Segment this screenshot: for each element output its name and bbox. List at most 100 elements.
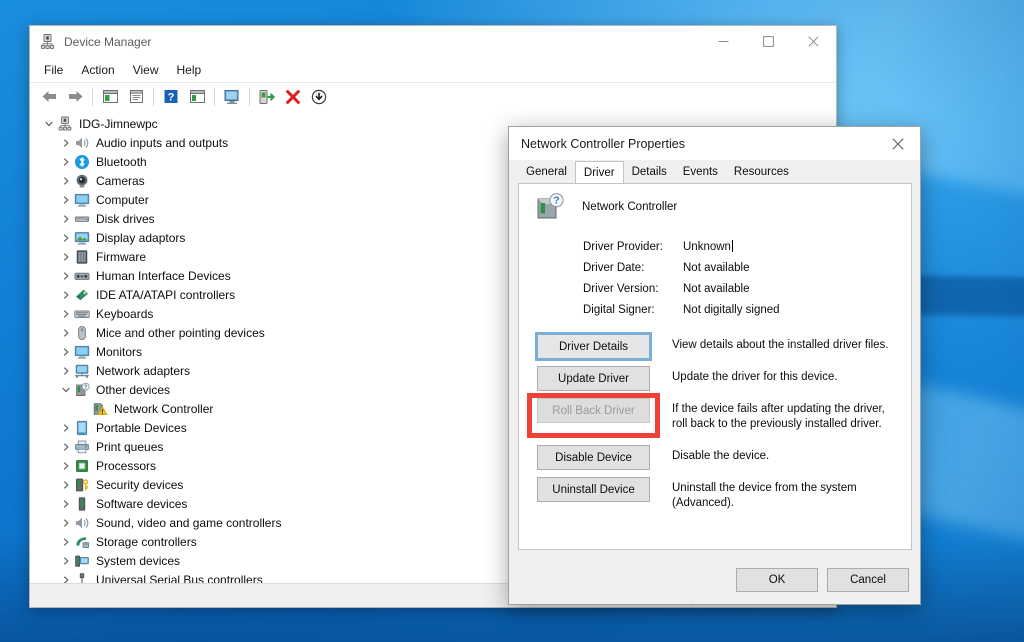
tab-details[interactable]: Details — [624, 162, 675, 182]
tree-item-label: Portable Devices — [96, 422, 187, 434]
scan-for-hardware-changes-icon[interactable] — [219, 85, 245, 109]
chevron-right-icon[interactable] — [57, 500, 74, 508]
update-driver-button[interactable]: Update Driver — [537, 366, 650, 391]
driver-details-button[interactable]: Driver Details — [537, 334, 650, 359]
chevron-right-icon[interactable] — [57, 348, 74, 356]
help-icon[interactable]: ? — [158, 85, 184, 109]
display-adapter-icon — [74, 230, 90, 246]
chevron-right-icon[interactable] — [57, 196, 74, 204]
uninstall-device-description: Uninstall the device from the system (Ad… — [672, 477, 900, 511]
system-device-icon — [74, 553, 90, 569]
uninstall-device-icon[interactable] — [280, 85, 306, 109]
toolbar-separator — [214, 88, 215, 106]
disable-device-row: Disable Device Disable the device. — [519, 445, 911, 470]
svg-text:?: ? — [168, 91, 175, 103]
disable-device-button[interactable]: Disable Device — [537, 445, 650, 470]
tree-item-label: Bluetooth — [96, 156, 147, 168]
unknown-device-icon: ? — [535, 192, 566, 222]
disable-device-icon[interactable] — [306, 85, 332, 109]
chevron-right-icon[interactable] — [57, 424, 74, 432]
portable-device-icon — [74, 420, 90, 436]
tree-item-label: System devices — [96, 555, 180, 567]
chevron-down-icon[interactable] — [57, 386, 74, 394]
driver-info-grid: Driver Provider: Unknown Driver Date: No… — [519, 236, 911, 320]
ok-button[interactable]: OK — [736, 568, 818, 592]
window-title: Device Manager — [64, 35, 151, 49]
chevron-right-icon[interactable] — [57, 177, 74, 185]
camera-icon — [74, 173, 90, 189]
toolbar-separator — [249, 88, 250, 106]
chevron-right-icon[interactable] — [57, 272, 74, 280]
bluetooth-icon — [74, 154, 90, 170]
show-hide-console-tree-icon[interactable] — [97, 85, 123, 109]
chevron-right-icon[interactable] — [57, 538, 74, 546]
tree-item-label: Security devices — [96, 479, 183, 491]
chevron-right-icon[interactable] — [57, 443, 74, 451]
driver-version-value: Not available — [683, 283, 749, 295]
driver-date-value: Not available — [683, 262, 749, 274]
dialog-title: Network Controller Properties — [521, 137, 685, 151]
dialog-titlebar[interactable]: Network Controller Properties — [509, 127, 920, 160]
tree-item-label: Print queues — [96, 441, 163, 453]
chevron-right-icon[interactable] — [57, 139, 74, 147]
minimize-button[interactable] — [701, 26, 746, 57]
maximize-button[interactable] — [746, 26, 791, 57]
svg-text:?: ? — [553, 195, 559, 207]
tab-driver[interactable]: Driver — [575, 161, 624, 183]
tab-resources[interactable]: Resources — [726, 162, 797, 182]
device-name: Network Controller — [582, 201, 677, 213]
window-controls — [701, 26, 836, 57]
driver-date-row: Driver Date: Not available — [583, 257, 911, 278]
driver-provider-row: Driver Provider: Unknown — [583, 236, 911, 257]
chevron-right-icon[interactable] — [57, 253, 74, 261]
tree-item-label: Keyboards — [96, 308, 153, 320]
tree-item-label: Audio inputs and outputs — [96, 137, 228, 149]
dialog-close-button[interactable] — [875, 127, 920, 160]
chevron-right-icon[interactable] — [57, 158, 74, 166]
chevron-right-icon[interactable] — [57, 329, 74, 337]
keyboard-icon — [74, 306, 90, 322]
toolbar: ? — [30, 83, 836, 111]
security-device-icon — [74, 477, 90, 493]
cancel-button[interactable]: Cancel — [827, 568, 909, 592]
tree-item-label: Firmware — [96, 251, 146, 263]
driver-details-description: View details about the installed driver … — [672, 334, 889, 353]
forward-icon[interactable] — [62, 85, 88, 109]
driver-version-label: Driver Version: — [583, 283, 683, 295]
chevron-right-icon[interactable] — [57, 310, 74, 318]
chevron-right-icon[interactable] — [57, 462, 74, 470]
text-caret — [732, 240, 733, 252]
tab-general[interactable]: General — [518, 162, 575, 182]
monitor-icon — [74, 192, 90, 208]
chevron-right-icon[interactable] — [57, 481, 74, 489]
close-button[interactable] — [791, 26, 836, 57]
tree-item-label: Software devices — [96, 498, 187, 510]
uninstall-device-button[interactable]: Uninstall Device — [537, 477, 650, 502]
chevron-right-icon[interactable] — [57, 291, 74, 299]
show-hide-action-pane-icon[interactable] — [184, 85, 210, 109]
tree-item-label: Computer — [96, 194, 149, 206]
toolbar-separator — [92, 88, 93, 106]
menu-action[interactable]: Action — [72, 60, 123, 80]
chevron-right-icon[interactable] — [57, 519, 74, 527]
window-titlebar[interactable]: Device Manager — [30, 26, 836, 57]
back-icon[interactable] — [36, 85, 62, 109]
chevron-right-icon[interactable] — [57, 367, 74, 375]
chevron-down-icon[interactable] — [40, 120, 57, 128]
unknown-device-warning-icon — [92, 401, 108, 417]
chevron-right-icon[interactable] — [57, 557, 74, 565]
software-device-icon — [74, 496, 90, 512]
chevron-right-icon[interactable] — [57, 234, 74, 242]
uninstall-device-row: Uninstall Device Uninstall the device fr… — [519, 477, 911, 511]
device-manager-icon — [39, 33, 56, 50]
properties-icon[interactable] — [123, 85, 149, 109]
tab-events[interactable]: Events — [675, 162, 726, 182]
update-driver-icon[interactable] — [254, 85, 280, 109]
svg-text:?: ? — [84, 384, 87, 390]
storage-controller-icon — [74, 534, 90, 550]
chevron-right-icon[interactable] — [57, 215, 74, 223]
menu-help[interactable]: Help — [168, 60, 211, 80]
driver-date-label: Driver Date: — [583, 262, 683, 274]
menu-file[interactable]: File — [35, 60, 72, 80]
menu-view[interactable]: View — [124, 60, 168, 80]
